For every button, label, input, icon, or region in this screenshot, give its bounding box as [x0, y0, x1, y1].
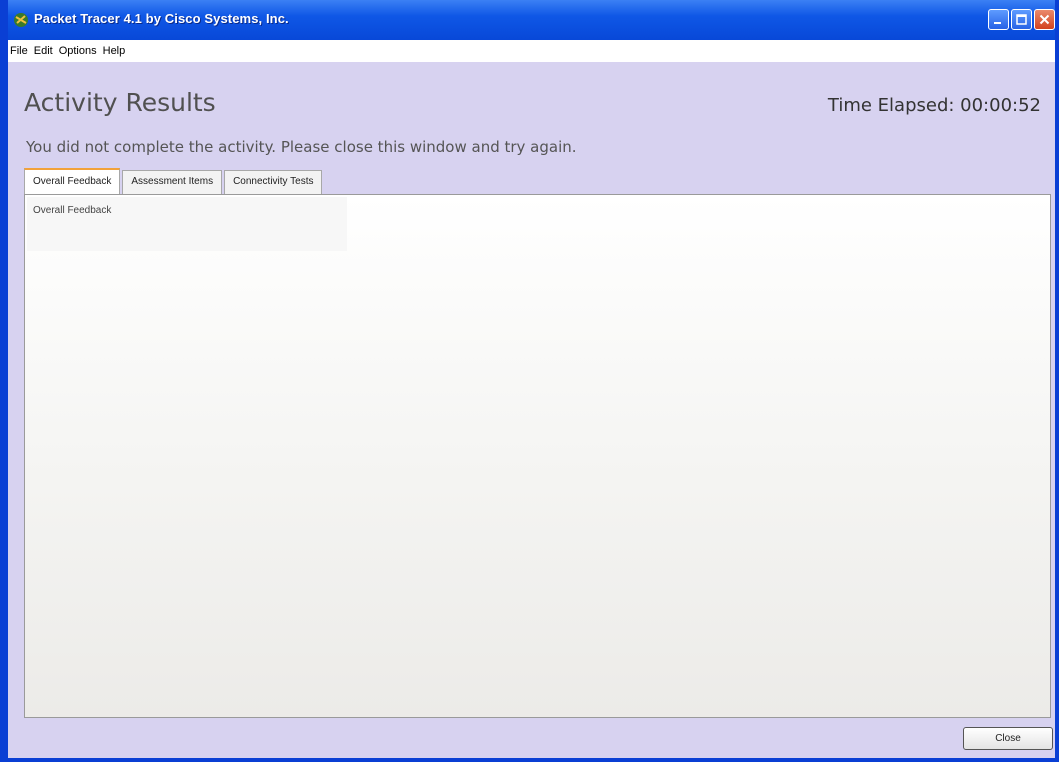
maximize-button[interactable]: [1011, 9, 1032, 30]
feedback-panel: Overall Feedback: [24, 194, 1051, 718]
close-icon: [1039, 14, 1050, 25]
page-title: Activity Results: [24, 88, 216, 117]
menu-help[interactable]: Help: [100, 45, 129, 57]
tab-assessment-items[interactable]: Assessment Items: [122, 170, 223, 194]
menu-file[interactable]: File: [8, 45, 31, 57]
packet-tracer-icon: [14, 13, 28, 27]
window-controls: [988, 9, 1055, 30]
title-bar[interactable]: Packet Tracer 4.1 by Cisco Systems, Inc.: [8, 0, 1055, 41]
minimize-button[interactable]: [988, 9, 1009, 30]
tab-overall-feedback[interactable]: Overall Feedback: [24, 168, 121, 194]
menu-bar: File Edit Options Help: [8, 40, 1055, 62]
feedback-label: Overall Feedback: [33, 205, 112, 216]
close-button[interactable]: Close: [963, 727, 1053, 750]
status-message: You did not complete the activity. Pleas…: [26, 138, 577, 156]
time-elapsed: Time Elapsed: 00:00:52: [827, 95, 1041, 116]
menu-options[interactable]: Options: [56, 45, 100, 57]
close-window-button[interactable]: [1034, 9, 1055, 30]
app-window: Packet Tracer 4.1 by Cisco Systems, Inc.…: [0, 0, 1059, 762]
menu-edit[interactable]: Edit: [31, 45, 56, 57]
maximize-icon: [1016, 14, 1027, 25]
window-title: Packet Tracer 4.1 by Cisco Systems, Inc.: [34, 11, 289, 26]
tab-bar: Overall Feedback Assessment Items Connec…: [24, 168, 324, 194]
minimize-icon: [994, 22, 1001, 24]
tab-connectivity-tests[interactable]: Connectivity Tests: [224, 170, 323, 194]
